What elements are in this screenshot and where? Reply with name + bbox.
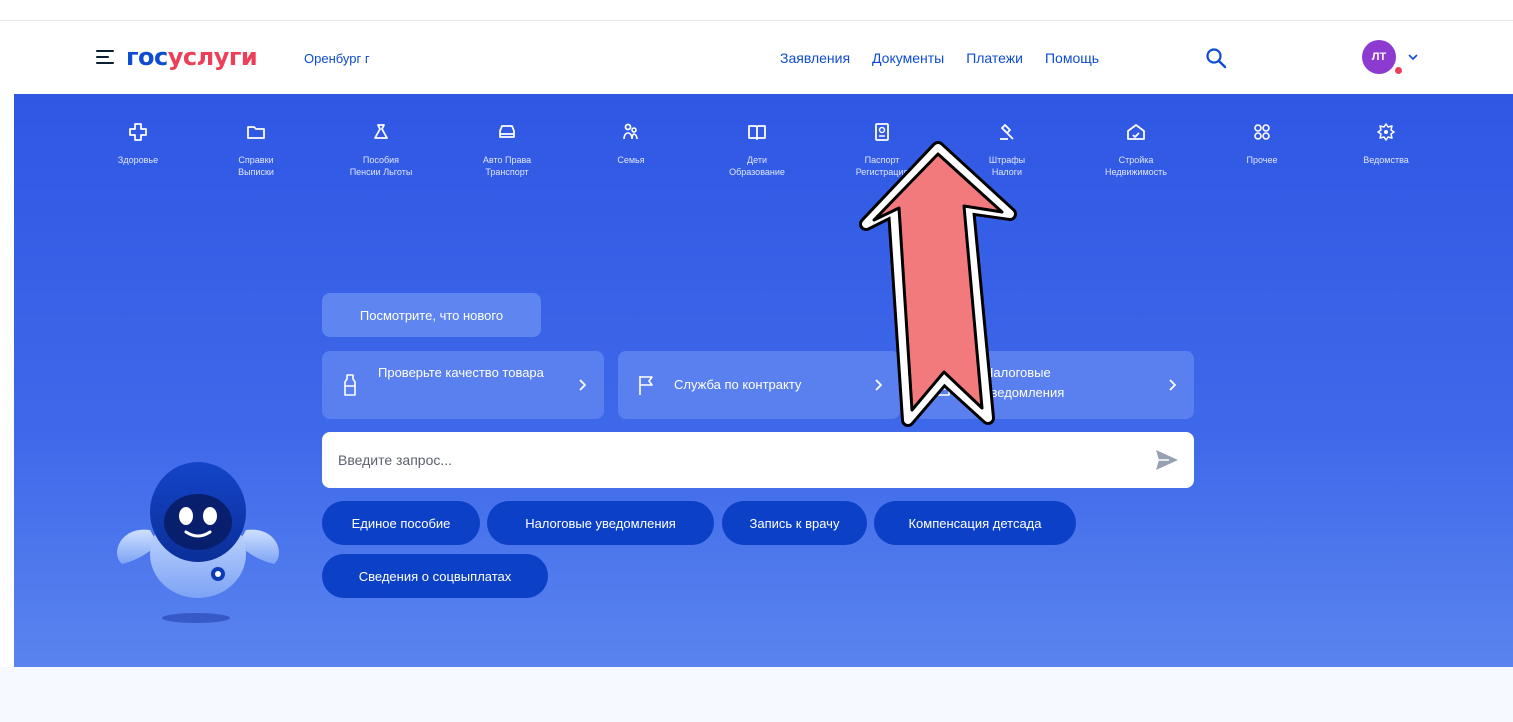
flag-icon — [639, 376, 653, 395]
category-passport[interactable]: Паспорт Регистрация — [827, 122, 937, 178]
whats-new-button[interactable]: Посмотрите, что нового — [322, 293, 541, 337]
chip-tax-notices[interactable]: Налоговые уведомления — [487, 501, 714, 545]
family-icon — [623, 123, 638, 140]
quick-link-product-quality[interactable]: Проверьте качество товара — [322, 351, 604, 419]
book-icon — [748, 125, 766, 140]
page-content-area — [0, 667, 1513, 722]
quick-link-tax-notices[interactable]: Налоговые уведомления — [914, 351, 1194, 419]
category-education[interactable]: Дети Образование — [702, 122, 812, 178]
nav-help[interactable]: Помощь — [1045, 50, 1099, 66]
category-family[interactable]: Семья — [576, 122, 686, 166]
chip-kindergarten-compensation[interactable]: Компенсация детсада — [874, 501, 1076, 545]
site-header: госуслуги Оренбург г Заявления Документы… — [0, 22, 1513, 94]
region-selector[interactable]: Оренбург г — [304, 51, 370, 66]
search-icon[interactable] — [1204, 46, 1228, 70]
search-input[interactable] — [338, 432, 1138, 488]
nav-applications[interactable]: Заявления — [780, 50, 850, 66]
top-divider — [0, 20, 1513, 21]
nav-payments[interactable]: Платежи — [966, 50, 1023, 66]
category-fines[interactable]: Штрафы Налоги — [952, 122, 1062, 178]
category-bar: Здоровье Справки Выписки Пособия Пенсии … — [14, 94, 1513, 214]
category-other[interactable]: Прочее — [1207, 122, 1317, 166]
grid-icon — [1254, 124, 1270, 140]
chevron-down-icon[interactable] — [1408, 53, 1418, 61]
category-auto[interactable]: Авто Права Транспорт — [452, 122, 562, 178]
document-icon — [935, 374, 950, 396]
chevron-right-icon — [1169, 379, 1176, 391]
cross-icon — [129, 123, 147, 141]
chevron-right-icon — [579, 379, 586, 391]
category-departments[interactable]: Ведомства — [1331, 122, 1441, 166]
main-nav: Заявления Документы Платежи Помощь — [780, 50, 1099, 66]
chip-social-payments[interactable]: Сведения о соцвыплатах — [322, 554, 548, 598]
menu-icon[interactable] — [96, 50, 114, 64]
bag-icon — [374, 124, 388, 139]
gavel-icon — [1000, 124, 1014, 140]
nav-documents[interactable]: Документы — [872, 50, 944, 66]
category-certificates[interactable]: Справки Выписки — [201, 122, 311, 178]
emblem-icon — [1377, 123, 1395, 141]
house-icon — [1127, 124, 1145, 140]
chevron-right-icon — [875, 379, 882, 391]
search-bar — [322, 432, 1194, 488]
category-benefits[interactable]: Пособия Пенсии Льготы — [326, 122, 436, 178]
category-realty[interactable]: Стройка Недвижимость — [1081, 122, 1191, 178]
hero-section: Здоровье Справки Выписки Пособия Пенсии … — [14, 94, 1513, 667]
send-icon[interactable] — [1154, 448, 1180, 472]
quick-link-contract-service[interactable]: Служба по контракту — [618, 351, 900, 419]
robot-mascot — [117, 462, 279, 623]
gosuslugi-logo[interactable]: госуслуги — [126, 43, 258, 71]
bottle-icon — [344, 374, 356, 396]
avatar[interactable]: ЛТ — [1362, 40, 1396, 74]
chip-doctor-appointment[interactable]: Запись к врачу — [722, 501, 867, 545]
notification-dot — [1394, 66, 1403, 75]
category-health[interactable]: Здоровье — [83, 122, 193, 166]
car-icon — [499, 125, 515, 138]
folder-icon — [247, 126, 265, 139]
chip-unified-benefit[interactable]: Единое пособие — [322, 501, 480, 545]
passport-icon — [875, 123, 889, 141]
